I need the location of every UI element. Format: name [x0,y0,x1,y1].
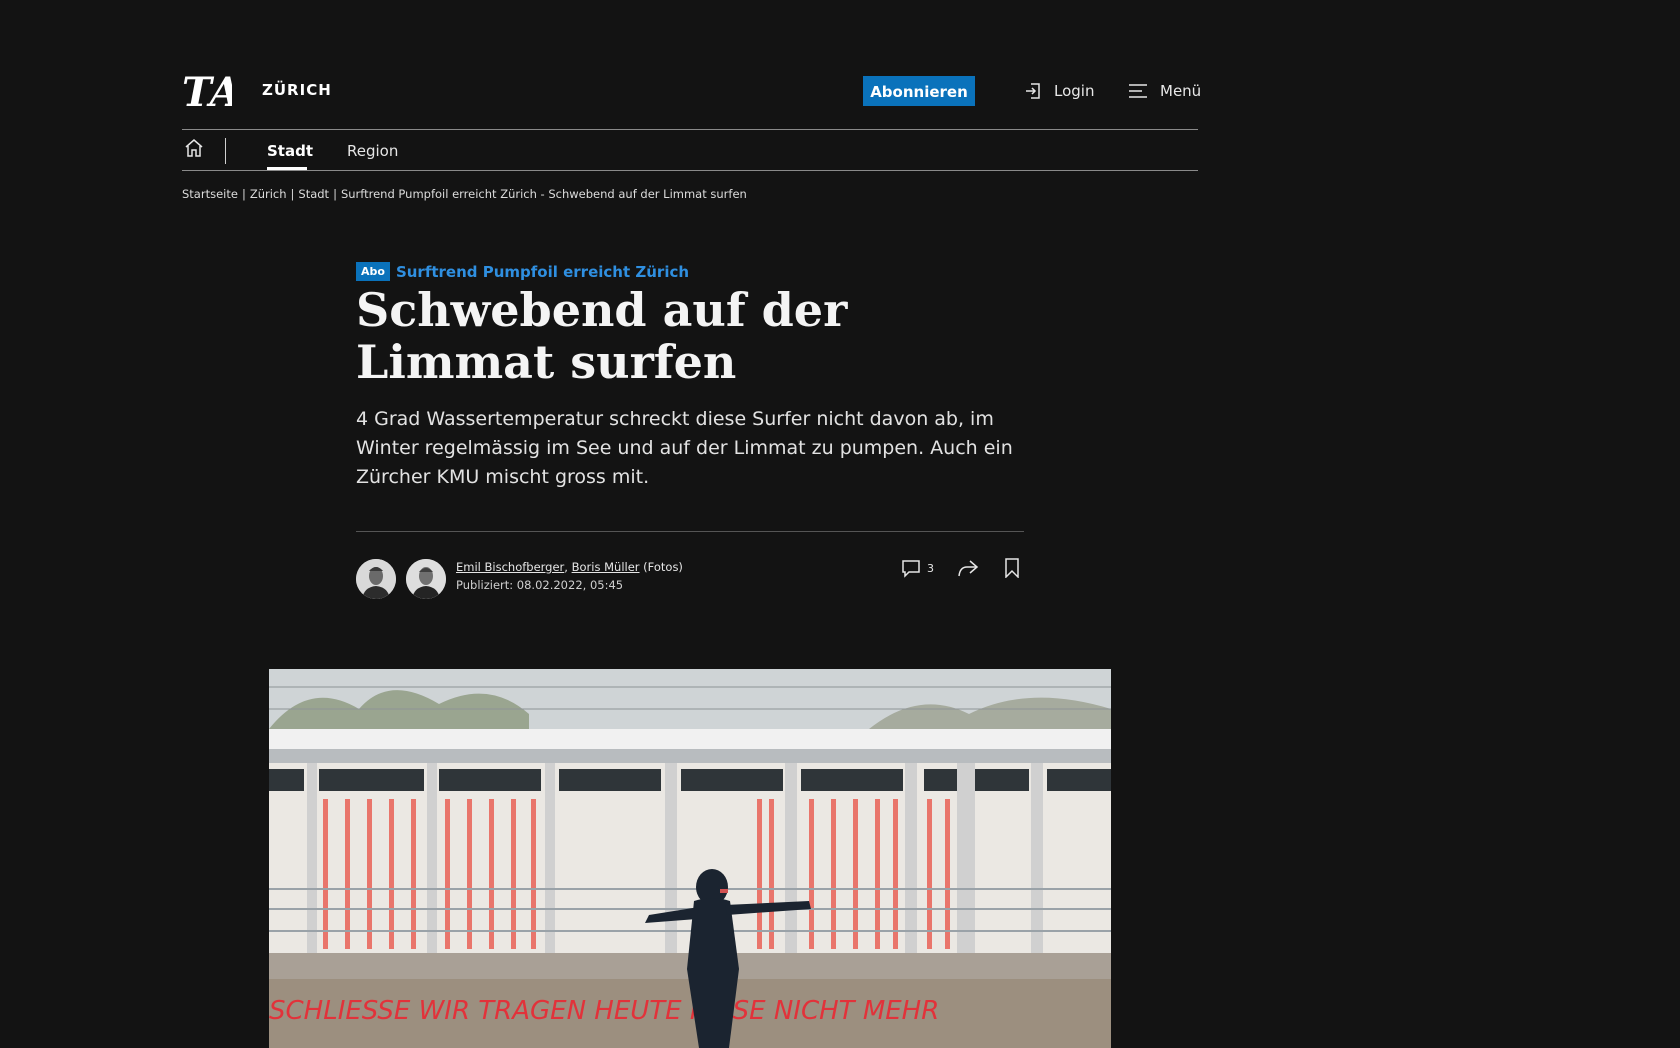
byline-divider [356,531,1024,532]
svg-text:TA: TA [182,69,232,116]
share-icon[interactable] [957,558,979,578]
subnav-divider [182,170,1198,171]
subscribe-button[interactable]: Abonnieren [863,76,975,106]
nav-item-region[interactable]: Region [347,142,398,160]
login-label: Login [1054,82,1095,100]
login-icon [1026,83,1040,99]
login-button[interactable]: Login [1024,82,1094,100]
comment-count: 3 [927,561,934,575]
logo[interactable]: TA [182,66,232,116]
breadcrumb-home[interactable]: Startseite [182,187,238,201]
author-avatar[interactable] [406,559,446,599]
article-lead: 4 Grad Wassertemperatur schreckt diese S… [356,408,1013,488]
comment-icon [902,560,920,578]
avatar-photo [356,559,396,599]
menu-button[interactable]: Menü [1128,82,1201,100]
bookmark-icon[interactable] [1003,558,1021,578]
author-list: Emil Bischofberger, Boris Müller (Fotos) [456,560,683,574]
graffiti-text: SCHLIESSE WIR TRAGEN HEUTE KRISE NICHT M… [269,996,939,1026]
publish-date: Publiziert: 08.02.2022, 05:45 [456,578,624,592]
breadcrumb-current: Surftrend Pumpfoil erreicht Zürich - Sch… [340,187,747,201]
abo-badge: Abo [356,262,390,281]
breadcrumb-stadt[interactable]: Stadt [298,187,329,201]
photo-credit: (Fotos) [643,560,683,574]
menu-icon [1129,84,1147,98]
author-link[interactable]: Boris Müller [572,560,640,574]
breadcrumb-zurich[interactable]: Zürich [250,187,287,201]
article-headline: Schwebend auf der Limmat surfen [356,283,848,389]
author-link[interactable]: Emil Bischofberger [456,560,564,574]
nav-item-stadt[interactable]: Stadt [267,142,313,160]
breadcrumb: Startseite | Zürich | Stadt | Surftrend Pumpfo… [182,187,747,201]
hero-photo: SCHLIESSE WIR TRAGEN HEUTE KRISE NICHT M… [269,669,1111,1048]
author-avatar[interactable] [356,559,396,599]
section-title[interactable]: ZÜRICH [262,81,332,99]
avatar-photo [406,559,446,599]
hero-image[interactable]: SCHLIESSE WIR TRAGEN HEUTE KRISE NICHT M… [269,669,1111,1048]
comments-button[interactable]: 3 [901,558,934,578]
menu-label: Menü [1160,82,1202,100]
article-kicker: Abo Surftrend Pumpfoil erreicht Zürich [356,262,689,281]
nav-separator [225,138,226,164]
author-separator: , [564,560,568,574]
section-nav: Stadt Region [182,130,1198,170]
kicker-text: Surftrend Pumpfoil erreicht Zürich [395,262,690,281]
page: TA ZÜRICH Abonnieren Login Menü Stadt Re… [0,0,1680,1048]
home-icon[interactable] [184,138,204,158]
